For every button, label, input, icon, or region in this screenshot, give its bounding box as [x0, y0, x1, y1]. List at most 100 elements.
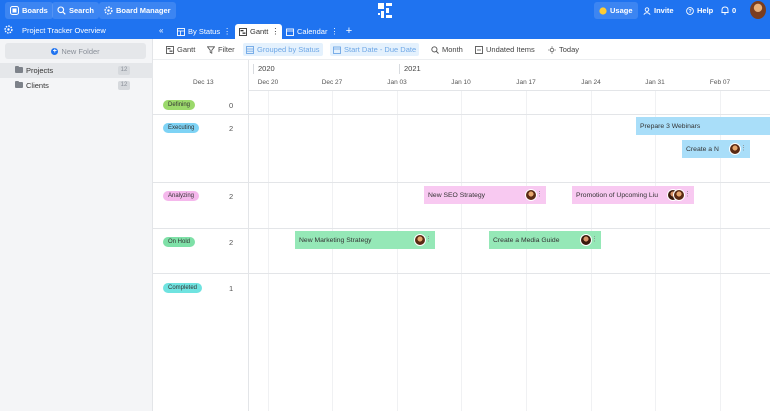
- settings-icon[interactable]: [4, 25, 13, 34]
- date-label: Feb 07: [709, 79, 731, 86]
- gantt-bar[interactable]: Promotion of Upcoming Liu ⋮: [572, 186, 694, 204]
- grid-line: [397, 91, 398, 411]
- grouped-by-status-button[interactable]: Grouped by Status: [243, 43, 323, 56]
- date-label: Dec 13: [193, 79, 214, 86]
- bar-menu-icon[interactable]: ⋮: [591, 235, 598, 245]
- board-manager-label: Board Manager: [116, 6, 171, 15]
- today-button[interactable]: Today: [545, 43, 582, 56]
- folder-projects[interactable]: Projects 12: [0, 63, 153, 78]
- bar-menu-icon[interactable]: ⋮: [684, 190, 691, 200]
- invite-button[interactable]: Invite: [638, 2, 679, 19]
- boards-button[interactable]: Boards: [5, 2, 53, 19]
- date-range-label: Start Date - Due Date: [344, 45, 417, 54]
- group-separator: [153, 114, 770, 115]
- task-name: Create a Media Guide: [493, 236, 560, 244]
- grid-line: [720, 91, 721, 411]
- plus-icon: +: [51, 47, 59, 55]
- boards-icon: [10, 6, 19, 15]
- bell-icon: [721, 6, 729, 15]
- gear-icon: [104, 6, 113, 15]
- calendar-icon: [333, 46, 341, 54]
- zoom-icon: [431, 45, 439, 54]
- add-view-button[interactable]: +: [343, 26, 355, 38]
- sidebar: Project Tracker Overview + New Folder Pr…: [0, 21, 153, 411]
- timeline-header: 2020 2021 Dec 20 Dec 27 Jan 03 Jan 10 Ja…: [249, 60, 770, 91]
- tab-menu-icon[interactable]: ⋮: [330, 27, 338, 36]
- filter-icon: [207, 45, 215, 54]
- usage-icon: [599, 6, 607, 15]
- view-tabs-bar: « By Status ⋮ Gantt ⋮ Calendar ⋮ +: [153, 21, 770, 39]
- usage-button[interactable]: Usage: [594, 2, 638, 19]
- task-name: Promotion of Upcoming Liu: [576, 191, 658, 199]
- date-label: Jan 24: [581, 79, 601, 86]
- folder-icon: [15, 81, 23, 88]
- invite-label: Invite: [654, 6, 674, 15]
- notifications-button[interactable]: 0: [716, 2, 741, 19]
- folder-clients[interactable]: Clients 12: [0, 78, 153, 93]
- bar-menu-icon[interactable]: ⋮: [740, 144, 747, 154]
- task-name: Create a N: [686, 145, 719, 153]
- grid-line: [461, 91, 462, 411]
- tab-calendar[interactable]: Calendar ⋮: [282, 24, 341, 39]
- date-range-button[interactable]: Start Date - Due Date: [330, 43, 420, 56]
- group-count: 2: [229, 124, 234, 133]
- month-button[interactable]: Month: [428, 43, 466, 56]
- filter-label: Filter: [218, 45, 235, 54]
- tab-menu-icon[interactable]: ⋮: [271, 27, 279, 36]
- year-label: 2020: [253, 64, 275, 74]
- month-label: Month: [442, 45, 463, 54]
- help-label: Help: [697, 6, 714, 15]
- tab-gantt[interactable]: Gantt ⋮: [235, 24, 283, 39]
- grid-line: [268, 91, 269, 411]
- task-name: Prepare 3 Webinars: [640, 122, 701, 130]
- group-count: 0: [229, 101, 234, 110]
- board-manager-button[interactable]: Board Manager: [99, 2, 176, 19]
- new-folder-label: New Folder: [61, 46, 100, 56]
- gantt-bar[interactable]: Create a N ⋮: [682, 140, 750, 158]
- gantt-bar[interactable]: New Marketing Strategy ⋮: [295, 231, 435, 249]
- year-label: 2021: [399, 64, 421, 74]
- undated-items-button[interactable]: Undated Items: [472, 43, 538, 56]
- sun-icon: [548, 45, 556, 54]
- sidebar-title: Project Tracker Overview: [22, 26, 106, 35]
- filter-button[interactable]: Filter: [204, 43, 238, 56]
- group-icon: [246, 45, 254, 54]
- gantt-button[interactable]: Gantt: [163, 43, 198, 56]
- gantt-bar[interactable]: Create a Media Guide ⋮: [489, 231, 601, 249]
- date-label: Dec 20: [257, 79, 279, 86]
- gantt-icon: [239, 27, 247, 36]
- undated-label: Undated Items: [486, 45, 535, 54]
- date-label: Jan 10: [451, 79, 471, 86]
- date-label: Jan 17: [516, 79, 536, 86]
- status-badge: Analyzing: [163, 191, 200, 201]
- group-separator: [153, 273, 770, 274]
- gantt-label: Gantt: [177, 45, 196, 54]
- user-avatar[interactable]: [750, 1, 766, 19]
- date-label: Jan 03: [387, 79, 407, 86]
- status-badge: Completed: [163, 283, 203, 293]
- group-count: 1: [229, 284, 234, 293]
- group-count: 2: [229, 238, 234, 247]
- tab-label: Calendar: [297, 27, 328, 36]
- gantt-bar[interactable]: Prepare 3 Webinars: [636, 117, 770, 135]
- tab-label: Gantt: [250, 27, 269, 36]
- gantt-icon: [166, 45, 174, 54]
- table-icon: [177, 27, 185, 36]
- tab-by-status[interactable]: By Status ⋮: [173, 24, 234, 39]
- grid-line: [526, 91, 527, 411]
- gantt-toolbar: Gantt Filter Grouped by Status Start Dat…: [153, 39, 770, 60]
- group-separator: [153, 228, 770, 229]
- bar-menu-icon[interactable]: ⋮: [425, 235, 432, 245]
- help-button[interactable]: ? Help: [681, 2, 718, 19]
- bar-menu-icon[interactable]: ⋮: [536, 190, 543, 200]
- collapse-sidebar-icon[interactable]: «: [159, 26, 163, 35]
- top-bar: Boards Search Board Manager Usage Invite…: [0, 0, 770, 21]
- group-separator: [153, 182, 770, 183]
- gantt-bar[interactable]: New SEO Strategy ⋮: [424, 186, 546, 204]
- tab-menu-icon[interactable]: ⋮: [223, 27, 231, 36]
- status-badge: Defining: [163, 100, 196, 110]
- group-label-column: Dec 13: [153, 60, 249, 411]
- folder-name: Clients: [26, 81, 49, 90]
- new-folder-button[interactable]: + New Folder: [5, 43, 146, 59]
- search-button[interactable]: Search: [52, 2, 100, 19]
